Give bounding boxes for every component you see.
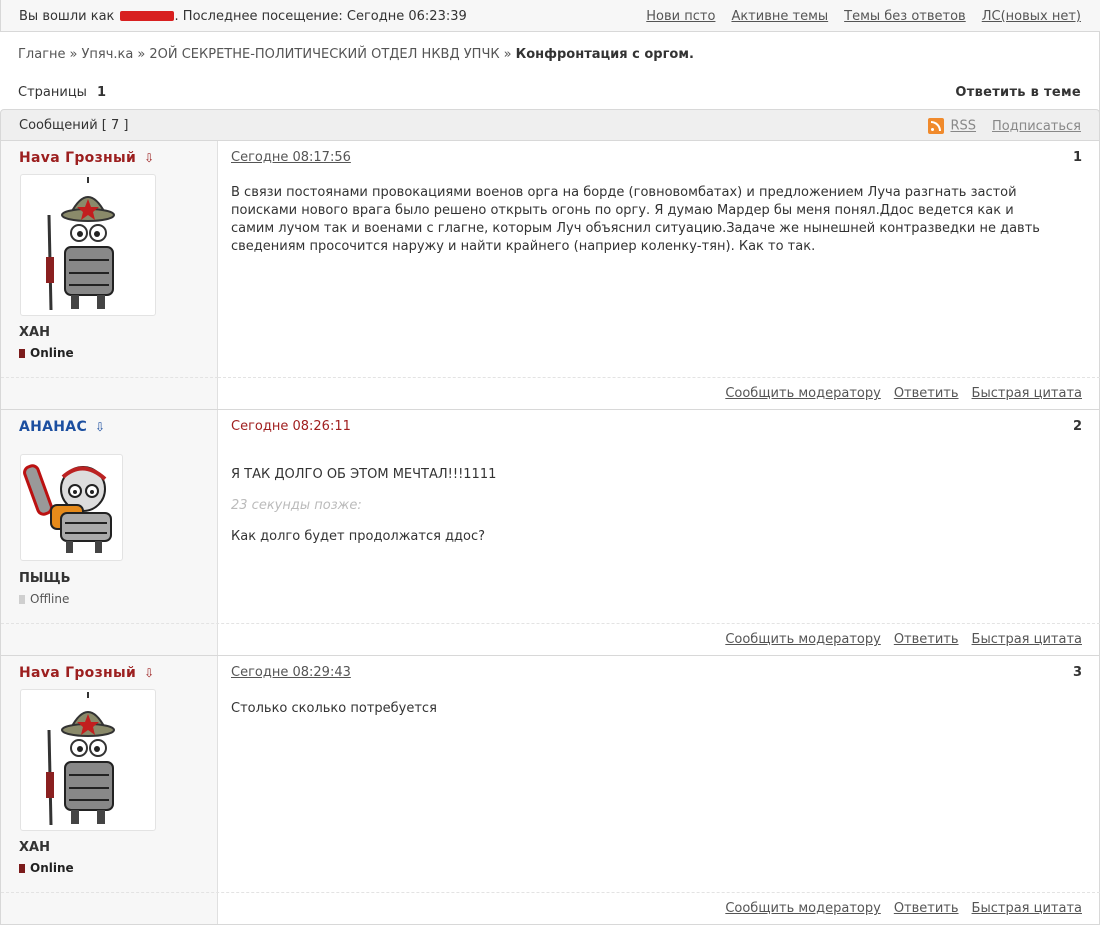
- online-indicator: [19, 349, 25, 358]
- soldier-cat-avatar-image: [46, 177, 115, 311]
- user-rank: ХАН: [19, 840, 50, 855]
- post-actions: Сообщить модератору Ответить Быстрая цит…: [725, 386, 1082, 401]
- post-body: Сегодне 08:26:11 2 Я ТАК ДОЛГО ОБ ЭТОМ М…: [231, 410, 1082, 656]
- posts-count-label: Сообщений: [19, 118, 98, 133]
- breadcrumb: Глагне» Упяч.ка» 2ОЙ СЕКРЕТНЕ-ПОЛИТИЧЕСКИЙ…: [18, 47, 694, 62]
- breadcrumb-current-topic: Конфронтация с оргом.: [515, 47, 694, 62]
- top-nav: Нови псто Активне темы Темы без ответов …: [646, 9, 1081, 24]
- breadcrumb-separator: »: [137, 47, 146, 62]
- offline-indicator: [19, 595, 25, 604]
- author-name[interactable]: Hava Грозный: [19, 665, 136, 681]
- reply-link[interactable]: Ответить: [894, 386, 959, 401]
- breadcrumb-separator: »: [69, 47, 78, 62]
- soldier-cat-avatar-image: [46, 692, 115, 826]
- post-2: АНАНАС ⇩ ПЫЩЬ Offline Сегодне 08:26:11 2…: [0, 410, 1100, 656]
- user-status: Online: [19, 861, 74, 875]
- post-number: 1: [1072, 150, 1082, 165]
- welcome-text: Вы вошли как . Последнее посещение: Сего…: [19, 9, 467, 24]
- post-actions: Сообщить модератору Ответить Быстрая цит…: [725, 632, 1082, 647]
- chainsaw-cat-avatar-image: [23, 464, 112, 553]
- post-footer-divider: [218, 377, 1100, 378]
- down-arrow-icon[interactable]: ⇩: [144, 666, 154, 680]
- welcome-prefix: Вы вошли как: [19, 9, 115, 24]
- post-message: Я ТАК ДОЛГО ОБ ЭТОМ МЕЧТАЛ!!!1111: [231, 467, 497, 482]
- online-indicator: [19, 864, 25, 873]
- post-message: Столько сколько потребуется: [231, 701, 437, 716]
- author-name[interactable]: Hava Грозный: [19, 150, 136, 166]
- post-date[interactable]: Сегодне 08:29:43: [231, 665, 351, 680]
- report-to-moderator-link[interactable]: Сообщить модератору: [725, 386, 881, 401]
- status-label: Online: [30, 861, 74, 875]
- breadcrumb-category[interactable]: Упяч.ка: [82, 47, 134, 62]
- down-arrow-icon[interactable]: ⇩: [144, 151, 154, 165]
- user-status: Online: [19, 346, 74, 360]
- unanswered-topics-link[interactable]: Темы без ответов: [844, 9, 966, 24]
- new-posts-link[interactable]: Нови псто: [646, 9, 715, 24]
- post-author[interactable]: АНАНАС ⇩: [19, 419, 105, 435]
- reply-link[interactable]: Ответить: [894, 901, 959, 916]
- pagination: Страницы 1: [18, 85, 106, 100]
- quick-quote-link[interactable]: Быстрая цитата: [972, 901, 1082, 916]
- post-body: Сегодне 08:29:43 3 Столько сколько потре…: [231, 656, 1082, 925]
- post-footer-divider: [1, 623, 1100, 624]
- avatar: [20, 689, 156, 831]
- user-status: Offline: [19, 592, 69, 606]
- posts-count-value: [ 7 ]: [101, 118, 129, 133]
- avatar: [20, 454, 123, 561]
- post-message-continued: Как долго будет продолжатся ддос?: [231, 529, 486, 544]
- private-messages-link[interactable]: ЛС(новых нет): [982, 9, 1081, 24]
- post-number: 3: [1072, 665, 1082, 680]
- down-arrow-icon[interactable]: ⇩: [95, 420, 105, 434]
- reply-link[interactable]: Ответить: [894, 632, 959, 647]
- post-author[interactable]: Hava Грозный ⇩: [19, 150, 154, 166]
- post-3: Hava Грозный ⇩ ХАН Online Сегодне 08:29:…: [0, 656, 1100, 925]
- author-name[interactable]: АНАНАС: [19, 419, 87, 435]
- post-message: В связи постоянами провокациями военов о…: [231, 185, 1040, 254]
- status-label: Offline: [30, 592, 70, 606]
- forum-page: Вы вошли как . Последнее посещение: Сего…: [0, 0, 1100, 925]
- user-rank: ПЫЩЬ: [19, 571, 71, 586]
- subscribe-link[interactable]: Подписаться: [992, 119, 1081, 134]
- rss-icon: [928, 118, 945, 134]
- post-author-panel: Hava Грозный ⇩ ХАН Online: [1, 141, 218, 409]
- post-date[interactable]: Сегодне 08:26:11: [231, 419, 351, 434]
- posts-header-actions: RSS Подписаться: [928, 118, 1081, 134]
- redacted-username: [119, 10, 174, 21]
- quick-quote-link[interactable]: Быстрая цитата: [972, 632, 1082, 647]
- user-rank: ХАН: [19, 325, 50, 340]
- avatar: [20, 174, 156, 316]
- post-1: Hava Грозный ⇩ ХАН Online Сегодне 08:17:…: [0, 141, 1100, 410]
- rss-link[interactable]: RSS: [950, 119, 976, 134]
- top-bar: Вы вошли как . Последнее посещение: Сего…: [0, 0, 1100, 32]
- current-page: 1: [96, 85, 106, 100]
- reply-in-topic-button[interactable]: Ответить в теме: [955, 85, 1081, 100]
- merged-post-notice: 23 секунды позже:: [231, 498, 362, 513]
- post-author-panel: АНАНАС ⇩ ПЫЩЬ Offline: [1, 410, 218, 655]
- report-to-moderator-link[interactable]: Сообщить модератору: [725, 901, 881, 916]
- breadcrumb-forum[interactable]: 2ОЙ СЕКРЕТНЕ-ПОЛИТИЧЕСКИЙ ОТДЕЛ НКВД УПЧ…: [149, 47, 499, 62]
- post-author[interactable]: Hava Грозный ⇩: [19, 665, 154, 681]
- post-footer-divider: [1, 377, 218, 378]
- post-author-panel: Hava Грозный ⇩ ХАН Online: [1, 656, 218, 924]
- post-footer-divider: [1, 892, 1100, 893]
- post-date[interactable]: Сегодне 08:17:56: [231, 150, 351, 165]
- pages-label: Страницы: [18, 85, 87, 100]
- post-number: 2: [1072, 419, 1082, 434]
- active-topics-link[interactable]: Активне темы: [731, 9, 828, 24]
- welcome-suffix: . Последнее посещение: Сегодне 06:23:39: [174, 9, 467, 24]
- breadcrumb-home[interactable]: Глагне: [18, 47, 66, 62]
- status-label: Online: [30, 346, 74, 360]
- posts-header: Сообщений [ 7 ] RSS Подписаться: [0, 109, 1100, 141]
- post-actions: Сообщить модератору Ответить Быстрая цит…: [725, 901, 1082, 916]
- breadcrumb-separator: »: [503, 47, 512, 62]
- report-to-moderator-link[interactable]: Сообщить модератору: [725, 632, 881, 647]
- posts-count: Сообщений [ 7 ]: [19, 118, 128, 133]
- quick-quote-link[interactable]: Быстрая цитата: [972, 386, 1082, 401]
- post-body: Сегодне 08:17:56 1 В связи постоянами пр…: [231, 141, 1082, 410]
